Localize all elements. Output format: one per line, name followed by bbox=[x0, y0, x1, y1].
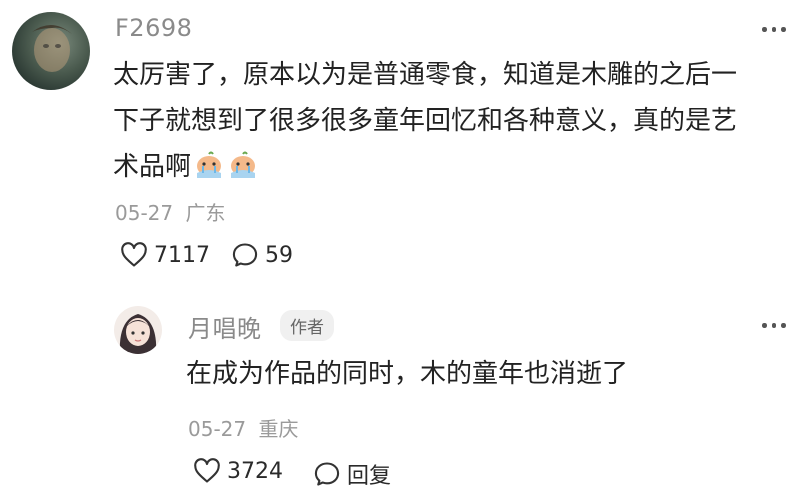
like-count: 7117 bbox=[154, 242, 210, 268]
reply-like-count: 3724 bbox=[227, 458, 283, 484]
comment-date: 05-27 bbox=[115, 201, 174, 225]
comment-text-line: 下子就想到了很多很多童年回忆和各种意义，真的是艺 bbox=[113, 106, 738, 136]
reply-text: 在成为作品的同时，木的童年也消逝了 bbox=[186, 359, 629, 389]
more-dots-icon bbox=[762, 323, 767, 328]
reply-like-button[interactable]: 3724 bbox=[193, 458, 283, 484]
comment-text: 太厉害了，原本以为是普通零食，知道是木雕的之后一 下子就想到了很多很多童年回忆和… bbox=[113, 52, 793, 196]
reply-meta: 05-27 重庆 bbox=[188, 413, 298, 442]
heart-outline-icon bbox=[121, 242, 147, 267]
speech-bubble-icon bbox=[232, 243, 258, 267]
author-badge: 作者 bbox=[280, 310, 334, 341]
comment-button[interactable]: 59 bbox=[231, 242, 293, 268]
comment-text-line: 术品啊 bbox=[113, 152, 192, 182]
reply-date: 05-27 bbox=[188, 417, 247, 441]
crying-emoji-icon bbox=[227, 150, 259, 196]
crying-emoji-icon bbox=[193, 150, 225, 196]
reply-avatar[interactable] bbox=[114, 306, 162, 354]
comment-meta: 05-27 广东 bbox=[115, 197, 225, 226]
comment-text-line: 太厉害了，原本以为是普通零食，知道是木雕的之后一 bbox=[113, 60, 738, 90]
heart-outline-icon bbox=[194, 458, 220, 483]
comment-username[interactable]: F2698 bbox=[115, 14, 192, 42]
more-options-button[interactable] bbox=[762, 27, 786, 32]
comment-location: 广东 bbox=[185, 201, 226, 225]
reply-location: 重庆 bbox=[258, 417, 299, 441]
more-dots-icon bbox=[762, 27, 767, 32]
reply-label: 回复 bbox=[347, 464, 392, 489]
like-button[interactable]: 7117 bbox=[120, 242, 210, 268]
reply-button[interactable]: 回复 bbox=[313, 458, 391, 490]
reply-count: 59 bbox=[265, 242, 293, 268]
reply-username[interactable]: 月唱晚 bbox=[188, 309, 262, 344]
avatar[interactable] bbox=[12, 12, 90, 90]
more-options-button[interactable] bbox=[762, 323, 786, 328]
speech-bubble-icon bbox=[314, 462, 340, 486]
